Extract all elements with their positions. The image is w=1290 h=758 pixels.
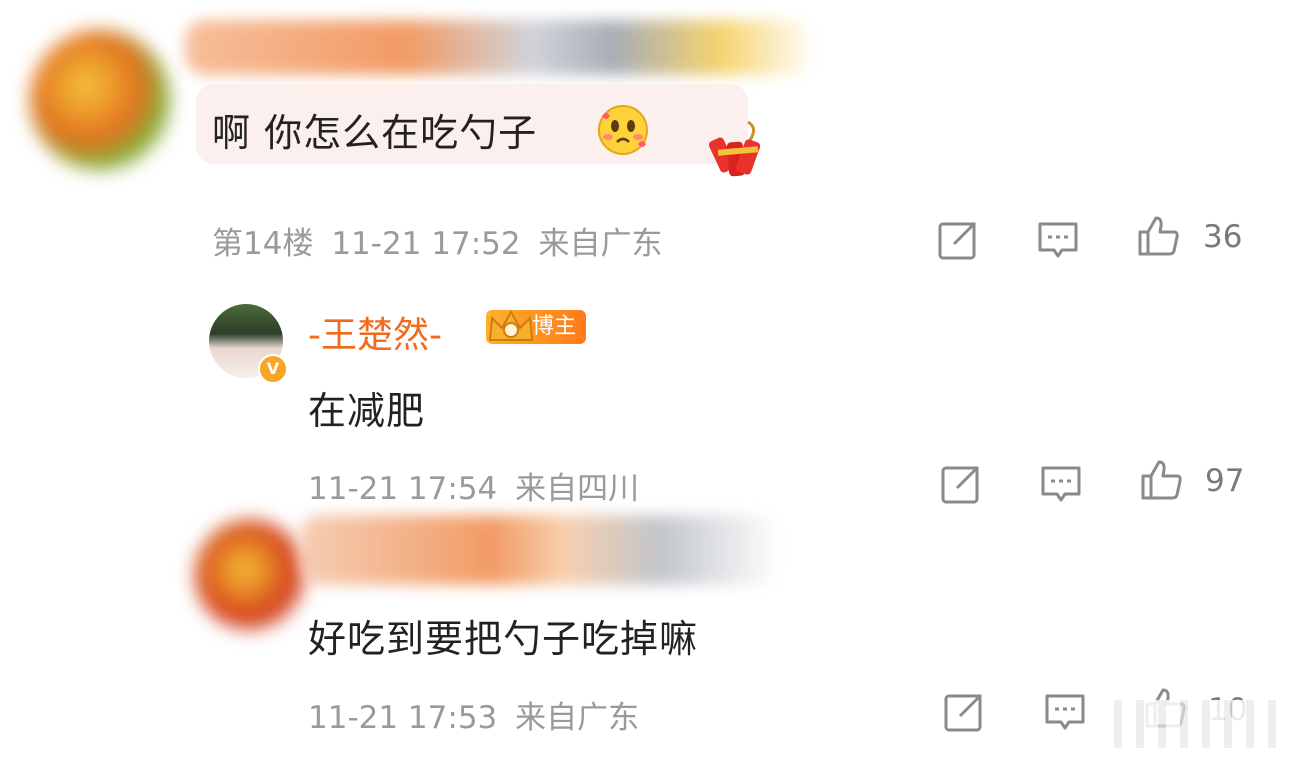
location: 来自四川 (515, 471, 640, 507)
comment-icon[interactable] (1036, 218, 1080, 262)
username-blurred[interactable] (300, 515, 780, 585)
username-blurred[interactable] (185, 20, 815, 75)
avatar-blurred[interactable] (30, 30, 170, 170)
comment-text: 好吃到要把勺子吃掉嘛 (308, 617, 699, 661)
verified-mark: V (266, 359, 280, 378)
location: 来自广东 (538, 226, 663, 262)
verified-badge: V (258, 354, 288, 384)
comment-meta: 11-21 17:53 来自广东 (308, 692, 639, 737)
comment-icon[interactable] (1039, 462, 1083, 506)
timestamp: 11-21 17:54 (308, 471, 498, 507)
comment-meta: 11-21 17:54 来自四川 (308, 463, 639, 508)
crown-icon (488, 309, 534, 341)
like-icon[interactable] (1136, 214, 1180, 258)
comment-icon[interactable] (1043, 690, 1087, 734)
comment-meta: 第14楼 11-21 17:52 来自广东 (212, 218, 662, 263)
avatar-blurred[interactable] (195, 520, 305, 630)
location: 来自广东 (515, 700, 640, 736)
comment-text: 在减肥 (308, 389, 426, 433)
comment-text: 啊 你怎么在吃勺子 (212, 111, 538, 155)
username[interactable]: -王楚然- (308, 306, 442, 358)
firecracker-icon (708, 120, 761, 177)
share-icon[interactable] (939, 462, 983, 506)
watermark (1100, 700, 1285, 748)
timestamp: 11-21 17:53 (308, 700, 498, 736)
crying-face-emoji (598, 105, 648, 155)
like-icon[interactable] (1139, 458, 1183, 502)
timestamp: 11-21 17:52 (331, 226, 521, 262)
like-count: 97 (1205, 463, 1245, 499)
share-icon[interactable] (942, 690, 986, 734)
share-icon[interactable] (936, 218, 980, 262)
like-count: 36 (1203, 219, 1243, 255)
floor-number: 第14楼 (212, 226, 314, 262)
blogger-badge: 博主 (486, 309, 587, 344)
